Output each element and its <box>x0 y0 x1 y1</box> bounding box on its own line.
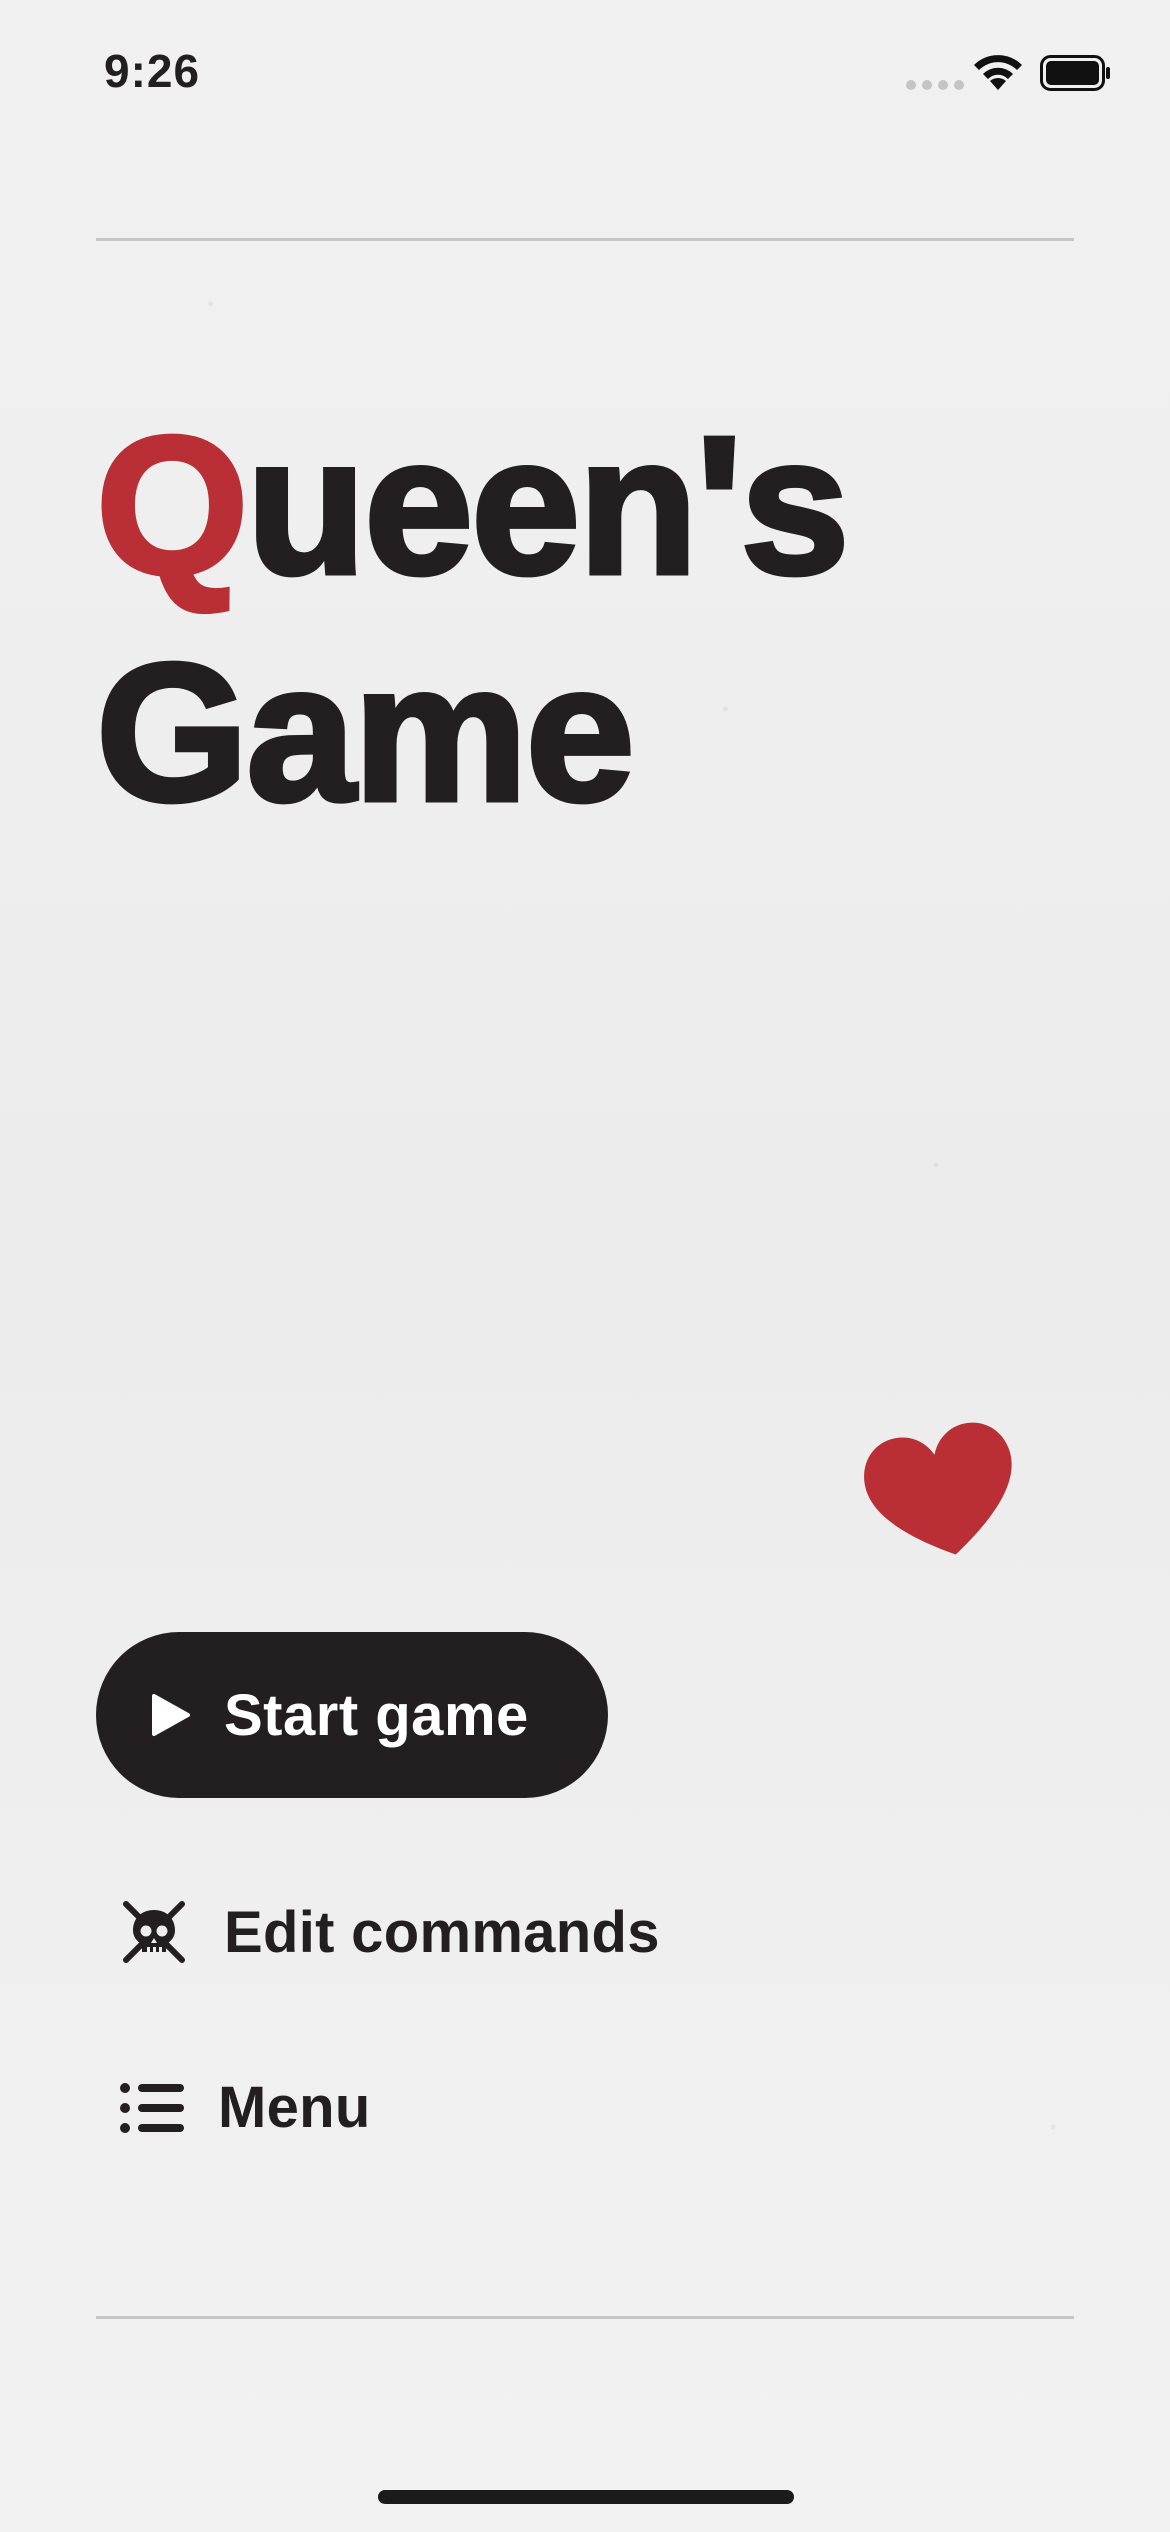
status-bar: 9:26 <box>0 0 1170 150</box>
battery-icon <box>1040 55 1110 91</box>
play-icon <box>152 1694 190 1736</box>
menu-label: Menu <box>218 2075 371 2140</box>
bottom-divider <box>96 2316 1074 2319</box>
skull-crossbones-icon <box>123 1901 185 1963</box>
page-title-line-1: Queen's <box>93 405 852 606</box>
page-title-line-2: Game <box>94 623 638 842</box>
edit-commands-label: Edit commands <box>224 1899 660 1965</box>
title-line-1-rest: ueen's <box>244 396 852 615</box>
wifi-icon <box>974 55 1022 90</box>
status-time: 9:26 <box>104 45 201 97</box>
cellular-signal-icon <box>906 80 964 90</box>
edit-commands-button[interactable]: Edit commands <box>120 1898 660 1966</box>
home-indicator[interactable] <box>378 2490 794 2504</box>
title-accent-letter: Q <box>93 396 250 615</box>
top-divider <box>96 238 1074 241</box>
heart-icon <box>864 1422 1012 1555</box>
start-game-button[interactable]: Start game <box>96 1632 608 1798</box>
list-icon <box>120 2082 184 2133</box>
menu-button[interactable]: Menu <box>120 2074 371 2141</box>
start-game-label: Start game <box>224 1682 529 1748</box>
